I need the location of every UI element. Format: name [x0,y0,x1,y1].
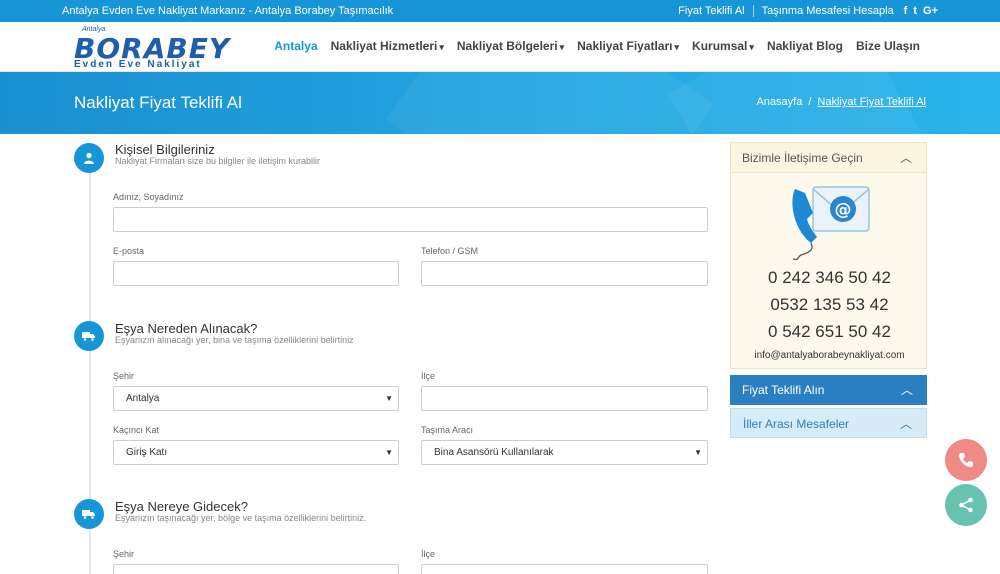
nav-label: Antalya [274,39,318,53]
contact-phone-1[interactable]: 0 242 346 50 42 [731,268,928,288]
transport-value: Bina Asansörü Kullanılarak [434,447,554,458]
contact-panel: Bizimle İletişime Geçin ︿ @ 0 242 346 50… [730,142,927,369]
floor-value: Giriş Katı [126,447,168,458]
breadcrumb: Anasayfa / Nakliyat Fiyat Teklifi Al [756,96,926,108]
dest-city-label: Şehir [113,549,135,559]
svg-text:@: @ [835,200,852,220]
social-links: f t G+ [904,5,938,17]
caret-down-icon: ▼ [385,394,393,403]
contact-panel-header[interactable]: Bizimle İletişime Geçin ︿ [731,143,926,173]
top-link-quote[interactable]: Fiyat Teklifi Al [678,5,744,17]
section-subtitle-origin: Eşyanızın alınacağı yer, bina ve taşıma … [115,335,354,345]
quote-accordion-title: Fiyat Teklifi Alın [742,383,825,397]
dest-district-input[interactable] [421,564,708,574]
twitter-icon[interactable]: t [913,5,917,17]
share-button[interactable] [945,484,987,526]
name-input[interactable] [113,207,708,232]
section-subtitle-destination: Eşyanızın taşınacağı yer, bölge ve taşım… [115,513,367,523]
top-link-divider [752,5,754,17]
distance-accordion[interactable]: İller Arası Mesafeler ︿ [730,408,927,438]
quote-accordion[interactable]: Fiyat Teklifi Alın ︿ [730,375,927,405]
facebook-icon[interactable]: f [904,5,908,17]
contact-phone-3[interactable]: 0 542 651 50 42 [731,322,928,342]
section-title-origin: Eşya Nereden Alınacak? [115,321,258,336]
nav-label: Bize Ulaşın [855,39,920,53]
site-logo[interactable]: Antalya BORABEY Evden Eve Nakliyat [74,26,244,70]
page-banner: Nakliyat Fiyat Teklifi Al Anasayfa / Nak… [0,72,1000,134]
email-label: E-posta [113,246,145,256]
site-header: Antalya BORABEY Evden Eve Nakliyat Antal… [0,22,1000,72]
call-button[interactable] [945,439,987,481]
nav-label: Nakliyat Fiyatları [577,39,673,53]
name-label: Adınız, Soyadınız [113,192,184,202]
top-link-distance[interactable]: Taşınma Mesafesi Hesapla [762,5,894,17]
breadcrumb-separator: / [808,96,812,108]
nav-label: Nakliyat Blog [766,39,843,53]
caret-down-icon: ▾ [439,42,444,52]
top-bar: Antalya Evden Eve Nakliyat Markanız - An… [0,0,1000,22]
main-nav: Antalya Nakliyat Hizmetleri ▾ Nakliyat Bö… [274,39,920,53]
top-links: Fiyat Teklifi Al Taşınma Mesafesi Hesapl… [678,5,938,17]
phone-icon [958,453,973,468]
phone-label: Telefon / GSM [421,246,479,256]
truck-icon [74,499,104,529]
chevron-up-icon: ︿ [899,151,912,165]
transport-label: Taşıma Aracı [421,425,474,435]
dest-district-label: İlçe [421,549,436,559]
nav-item-blog[interactable]: Nakliyat Blog [767,39,843,53]
origin-city-select[interactable]: Antalya ▼ [113,386,399,411]
nav-item-services[interactable]: Nakliyat Hizmetleri ▾ [331,39,444,53]
origin-city-label: Şehir [113,371,135,381]
user-icon [74,143,104,173]
origin-city-value: Antalya [126,393,160,404]
section-title-destination: Eşya Nereye Gidecek? [115,499,248,514]
nav-item-contact[interactable]: Bize Ulaşın [856,39,920,53]
section-title-personal: Kişisel Bilgileriniz [115,142,215,157]
banner-decoration [386,72,714,134]
caret-down-icon: ▾ [674,42,680,52]
chevron-up-icon: ︿ [900,383,913,397]
chevron-up-icon: ︿ [899,417,912,431]
nav-label: Nakliyat Hizmetleri [330,39,438,53]
page-title: Nakliyat Fiyat Teklifi Al [74,93,242,112]
breadcrumb-current[interactable]: Nakliyat Fiyat Teklifi Al [817,96,926,108]
contact-panel-title: Bizimle İletişime Geçin [742,151,863,165]
google-plus-icon[interactable]: G+ [923,5,938,17]
phone-input[interactable] [421,261,708,286]
floor-select[interactable]: Giriş Katı ▼ [113,440,399,465]
nav-label: Kurumsal [692,39,748,53]
share-icon [959,497,973,513]
contact-email[interactable]: info@antalyaborabeynakliyat.com [731,350,928,361]
caret-down-icon: ▾ [559,42,565,52]
transport-select[interactable]: Bina Asansörü Kullanılarak ▼ [421,440,708,465]
truck-icon [74,321,104,351]
breadcrumb-home[interactable]: Anasayfa [756,96,802,108]
distance-accordion-title: İller Arası Mesafeler [743,417,850,431]
section-subtitle-personal: Nakliyat Firmaları size bu bilgiler ile … [115,156,321,166]
dest-city-select[interactable] [113,564,399,574]
contact-phone-2[interactable]: 0532 135 53 42 [731,295,928,315]
nav-item-corporate[interactable]: Kurumsal ▾ [692,39,754,53]
nav-label: Nakliyat Bölgeleri [456,39,558,53]
top-tagline: Antalya Evden Eve Nakliyat Markanız - An… [62,5,394,17]
origin-district-input[interactable] [421,386,708,411]
nav-item-antalya[interactable]: Antalya [274,39,317,53]
nav-item-regions[interactable]: Nakliyat Bölgeleri ▾ [457,39,564,53]
origin-district-label: İlçe [421,371,436,381]
nav-item-prices[interactable]: Nakliyat Fiyatları ▾ [577,39,679,53]
caret-down-icon: ▼ [694,448,702,457]
caret-down-icon: ▾ [749,42,754,52]
email-phone-icon: @ [787,179,873,263]
logo-tagline: Evden Eve Nakliyat [74,59,202,70]
floor-label: Kaçıncı Kat [113,425,160,435]
caret-down-icon: ▼ [385,448,393,457]
email-input[interactable] [113,261,399,286]
